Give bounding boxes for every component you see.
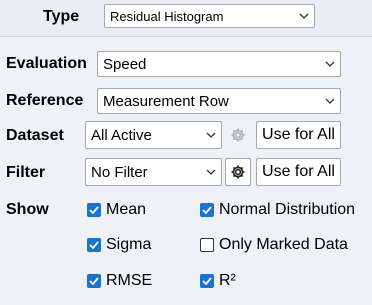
filter-use-for-all-button[interactable]: Use for All (256, 158, 341, 186)
checkbox-normal-distribution[interactable]: Normal Distribution (200, 201, 355, 219)
reference-label: Reference (6, 92, 84, 109)
reference-dropdown-value: Measurement Row (103, 92, 229, 110)
dataset-settings-gear-icon (225, 121, 251, 149)
dataset-dropdown-value: All Active (91, 126, 152, 144)
checkbox-only-marked-data[interactable]: Only Marked Data (200, 236, 348, 254)
checkbox-label: Only Marked Data (219, 236, 348, 253)
checkbox-checked-icon (87, 238, 101, 252)
type-bar: Type Residual Histogram (0, 0, 372, 37)
checkbox-mean[interactable]: Mean (87, 201, 146, 219)
chevron-down-icon (201, 159, 221, 185)
type-dropdown[interactable]: Residual Histogram (104, 4, 315, 28)
type-label: Type (43, 8, 80, 25)
dataset-dropdown[interactable]: All Active (85, 121, 222, 149)
filter-label: Filter (6, 164, 46, 181)
evaluation-dropdown[interactable]: Speed (97, 51, 341, 77)
settings-panel: Evaluation Speed Reference Measurement R… (0, 37, 372, 305)
checkbox-checked-icon (200, 203, 214, 217)
evaluation-label: Evaluation (6, 55, 87, 72)
chevron-down-icon (201, 122, 221, 148)
checkbox-label: Mean (106, 201, 147, 218)
dataset-label: Dataset (6, 127, 64, 144)
evaluation-dropdown-value: Speed (103, 55, 147, 73)
checkbox-checked-icon (87, 274, 101, 288)
filter-dropdown-value: No Filter (91, 163, 148, 181)
checkbox-label: Sigma (106, 236, 152, 253)
checkbox-r-squared[interactable]: R² (200, 272, 236, 290)
checkbox-checked-icon (87, 203, 101, 217)
chevron-down-icon (320, 89, 340, 113)
filter-settings-gear-icon[interactable] (225, 158, 251, 186)
dataset-use-for-all-button[interactable]: Use for All (256, 121, 341, 149)
checkbox-unchecked-icon (200, 238, 214, 252)
checkbox-sigma[interactable]: Sigma (87, 236, 151, 254)
chevron-down-icon (320, 52, 340, 76)
checkbox-label: RMSE (106, 272, 153, 289)
checkbox-label: R² (219, 272, 236, 289)
type-dropdown-value: Residual Histogram (110, 8, 224, 24)
filter-dropdown[interactable]: No Filter (85, 158, 222, 186)
show-label: Show (6, 201, 49, 218)
chevron-down-icon (294, 5, 314, 27)
reference-dropdown[interactable]: Measurement Row (97, 88, 341, 114)
checkbox-rmse[interactable]: RMSE (87, 272, 152, 290)
checkbox-checked-icon (200, 274, 214, 288)
checkbox-label: Normal Distribution (219, 201, 356, 218)
